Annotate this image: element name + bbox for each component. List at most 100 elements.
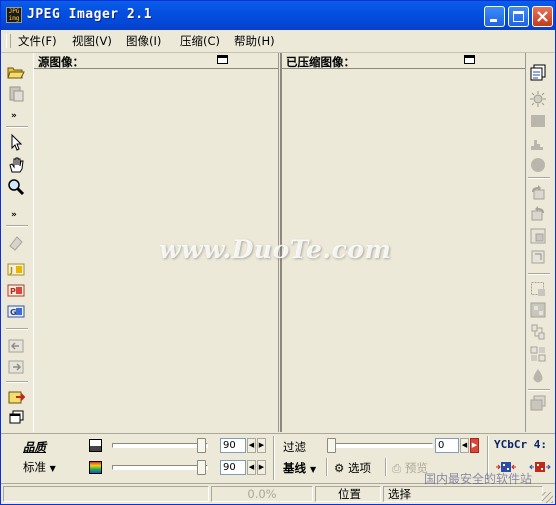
filter-icon[interactable] (7, 234, 25, 252)
compressed-panel-header: 已压缩图像： (282, 53, 525, 69)
color-decrease-button[interactable]: ◀ (247, 460, 256, 475)
minimize-icon (490, 19, 497, 22)
status-message (3, 486, 209, 502)
quality-value-field[interactable]: 90 (220, 438, 246, 453)
arrow-right-icon[interactable] (7, 358, 25, 376)
menu-compress[interactable]: 压缩(C) (180, 34, 220, 48)
resize-icon[interactable] (529, 227, 547, 245)
status-selection: 选择 (383, 486, 543, 502)
title-bar[interactable]: JPG img JPEG Imager 2.1 (1, 1, 555, 30)
options-button[interactable]: ⚙ 选项 (334, 460, 371, 476)
dropdown-arrow-icon: ▼ (310, 465, 317, 474)
drop-icon[interactable] (529, 367, 547, 385)
gif-format-icon[interactable]: G (7, 303, 25, 321)
arrow-left-icon[interactable] (7, 337, 25, 355)
layers-icon[interactable] (529, 394, 547, 412)
maximize-icon (513, 11, 524, 22)
watermark-subtext: 国内最安全的软件站 (424, 472, 533, 486)
toolbar-separator (528, 177, 550, 179)
app-window: JPG img JPEG Imager 2.1 文件(F) 视图(V) 图像(I)… (0, 0, 556, 505)
menu-help[interactable]: 帮助(H) (234, 34, 275, 48)
copy-compressed-icon[interactable] (529, 63, 547, 81)
svg-text:J: J (9, 266, 13, 275)
menu-file[interactable]: 文件(F) (18, 34, 57, 48)
left-toolbar: » » J P G (5, 53, 29, 433)
controls-separator (326, 458, 328, 476)
expand-chevron-icon[interactable]: » (11, 210, 17, 220)
menu-bar: 文件(F) 视图(V) 图像(I) 压缩(C) 帮助(H) (1, 30, 555, 53)
zoom-icon[interactable] (7, 178, 25, 196)
contrast-icon[interactable] (529, 112, 547, 130)
toolbar-separator (528, 389, 550, 391)
toolbar-separator (6, 225, 28, 227)
maximize-button[interactable] (508, 6, 529, 27)
select-icon[interactable] (529, 280, 547, 298)
filter-increase-button[interactable]: ▶ (470, 438, 479, 453)
window-mode-icon[interactable] (464, 55, 475, 64)
toolbar-separator (528, 273, 550, 275)
export-icon[interactable] (7, 388, 25, 406)
dropdown-arrow-icon: ▼ (49, 464, 56, 473)
mode-label: 标准 (23, 460, 46, 474)
filter-slider-track[interactable] (329, 443, 433, 448)
svg-text:P: P (10, 287, 16, 296)
jpg-format-icon[interactable]: J (7, 261, 25, 279)
resize-grip-icon[interactable] (542, 492, 553, 503)
controls-separator (273, 436, 275, 480)
windows-icon[interactable] (7, 409, 25, 427)
preview-icon: ⎙ (392, 461, 402, 475)
status-position: 位置 (315, 486, 381, 502)
subsampling-label: YCbCr 4: (494, 438, 547, 451)
smooth-icon[interactable] (529, 301, 547, 319)
source-panel-header: 源图像： (34, 53, 278, 69)
filter-label: 过滤 (283, 440, 306, 454)
baseline-dropdown[interactable]: 基线 ▼ (283, 460, 316, 476)
options-label: 选项 (347, 461, 371, 475)
menu-image[interactable]: 图像(I) (126, 34, 161, 48)
quality-decrease-button[interactable]: ◀ (247, 438, 256, 453)
png-format-icon[interactable]: P (7, 282, 25, 300)
quality-slider-track[interactable] (112, 443, 208, 448)
color-slider-track[interactable] (112, 465, 208, 470)
filter-value-field[interactable]: 0 (435, 438, 459, 453)
toolbar-separator (6, 328, 28, 330)
rotate-left-icon[interactable] (529, 184, 547, 202)
color-increase-button[interactable]: ▶ (257, 460, 266, 475)
open-folder-icon[interactable] (7, 63, 25, 81)
color-value-field[interactable]: 90 (220, 460, 246, 475)
controls-separator (385, 458, 387, 476)
histogram-icon[interactable] (529, 134, 547, 152)
crop-icon[interactable] (529, 248, 547, 266)
svg-text:G: G (10, 308, 17, 317)
pointer-icon[interactable] (7, 133, 25, 151)
toolbar-separator (6, 381, 28, 383)
circle-icon[interactable] (529, 156, 547, 174)
rotate-right-icon[interactable] (529, 205, 547, 223)
filter-slider-thumb[interactable] (327, 438, 336, 453)
brightness-icon[interactable] (529, 90, 547, 108)
toolbar-separator (6, 126, 28, 128)
quality-slider-thumb[interactable] (197, 438, 206, 453)
filter-decrease-button[interactable]: ◀ (460, 438, 469, 453)
sharpen-icon[interactable] (529, 323, 547, 341)
paste-icon[interactable] (7, 84, 25, 102)
close-button[interactable] (532, 6, 553, 27)
minimize-button[interactable] (484, 6, 505, 27)
menu-view[interactable]: 视图(V) (72, 34, 112, 48)
gear-icon: ⚙ (334, 461, 345, 475)
mode-dropdown[interactable]: 标准 ▼ (23, 459, 56, 475)
expand-chevron-icon[interactable]: » (11, 111, 17, 121)
preview-button[interactable]: ⎙ 预览 (392, 460, 428, 476)
chroma-split-icon[interactable] (529, 458, 551, 478)
quality-increase-button[interactable]: ▶ (257, 438, 266, 453)
baseline-label: 基线 (283, 461, 306, 475)
grid-icon[interactable] (529, 345, 547, 363)
app-icon[interactable]: JPG img (6, 7, 22, 23)
menu-grip[interactable] (6, 34, 11, 48)
grayscale-icon (89, 439, 102, 452)
watermark-text: www.DuoTe.com (159, 235, 392, 264)
window-mode-icon[interactable] (217, 55, 228, 64)
hand-icon[interactable] (7, 156, 25, 174)
close-icon (537, 11, 548, 22)
color-slider-thumb[interactable] (197, 460, 206, 475)
